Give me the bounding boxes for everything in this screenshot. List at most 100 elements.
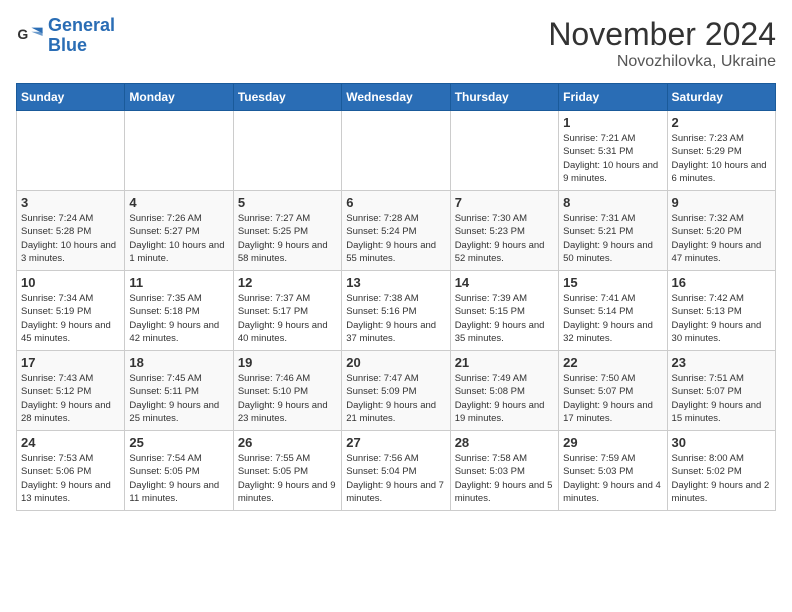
- day-info: Sunrise: 7:23 AM Sunset: 5:29 PM Dayligh…: [672, 132, 771, 185]
- day-info: Sunrise: 7:26 AM Sunset: 5:27 PM Dayligh…: [129, 212, 228, 265]
- calendar-cell: 15Sunrise: 7:41 AM Sunset: 5:14 PM Dayli…: [559, 271, 667, 351]
- calendar-cell: [17, 111, 125, 191]
- day-info: Sunrise: 7:35 AM Sunset: 5:18 PM Dayligh…: [129, 292, 228, 345]
- day-number: 20: [346, 355, 445, 370]
- day-info: Sunrise: 7:56 AM Sunset: 5:04 PM Dayligh…: [346, 452, 445, 505]
- day-number: 14: [455, 275, 554, 290]
- day-number: 23: [672, 355, 771, 370]
- logo-text: General Blue: [48, 16, 115, 56]
- day-number: 6: [346, 195, 445, 210]
- weekday-header-friday: Friday: [559, 84, 667, 111]
- calendar-cell: 12Sunrise: 7:37 AM Sunset: 5:17 PM Dayli…: [233, 271, 341, 351]
- day-info: Sunrise: 7:41 AM Sunset: 5:14 PM Dayligh…: [563, 292, 662, 345]
- weekday-header-monday: Monday: [125, 84, 233, 111]
- day-number: 22: [563, 355, 662, 370]
- calendar-week-row: 24Sunrise: 7:53 AM Sunset: 5:06 PM Dayli…: [17, 431, 776, 511]
- day-number: 1: [563, 115, 662, 130]
- page-header: G General Blue November 2024 Novozhilovk…: [16, 16, 776, 71]
- day-info: Sunrise: 7:34 AM Sunset: 5:19 PM Dayligh…: [21, 292, 120, 345]
- calendar-week-row: 17 Sunrise: 7:43 AM Sunset: 5:12 PM Dayli…: [17, 351, 776, 431]
- calendar-table: SundayMondayTuesdayWednesdayThursdayFrid…: [16, 83, 776, 511]
- calendar-cell: 2 Sunrise: 7:23 AM Sunset: 5:29 PM Daylig…: [667, 111, 775, 191]
- day-number: 27: [346, 435, 445, 450]
- day-number: 8: [563, 195, 662, 210]
- day-info: Sunrise: 7:37 AM Sunset: 5:17 PM Dayligh…: [238, 292, 337, 345]
- day-number: 24: [21, 435, 120, 450]
- calendar-cell: 24Sunrise: 7:53 AM Sunset: 5:06 PM Dayli…: [17, 431, 125, 511]
- day-info: Sunrise: 7:30 AM Sunset: 5:23 PM Dayligh…: [455, 212, 554, 265]
- calendar-cell: 9 Sunrise: 7:32 AM Sunset: 5:20 PM Daylig…: [667, 191, 775, 271]
- day-info: Sunrise: 7:21 AM Sunset: 5:31 PM Dayligh…: [563, 132, 662, 185]
- day-number: 13: [346, 275, 445, 290]
- weekday-header-saturday: Saturday: [667, 84, 775, 111]
- day-info: Sunrise: 7:46 AM Sunset: 5:10 PM Dayligh…: [238, 372, 337, 425]
- day-number: 16: [672, 275, 771, 290]
- logo-icon: G: [16, 22, 44, 50]
- day-info: Sunrise: 7:32 AM Sunset: 5:20 PM Dayligh…: [672, 212, 771, 265]
- day-number: 18: [129, 355, 228, 370]
- calendar-cell: 21 Sunrise: 7:49 AM Sunset: 5:08 PM Dayli…: [450, 351, 558, 431]
- calendar-cell: [125, 111, 233, 191]
- calendar-cell: 3Sunrise: 7:24 AM Sunset: 5:28 PM Daylig…: [17, 191, 125, 271]
- calendar-cell: 4Sunrise: 7:26 AM Sunset: 5:27 PM Daylig…: [125, 191, 233, 271]
- calendar-cell: [450, 111, 558, 191]
- day-number: 5: [238, 195, 337, 210]
- day-info: Sunrise: 7:43 AM Sunset: 5:12 PM Dayligh…: [21, 372, 120, 425]
- weekday-header-tuesday: Tuesday: [233, 84, 341, 111]
- day-info: Sunrise: 7:31 AM Sunset: 5:21 PM Dayligh…: [563, 212, 662, 265]
- day-number: 21: [455, 355, 554, 370]
- logo: G General Blue: [16, 16, 115, 56]
- day-number: 29: [563, 435, 662, 450]
- day-number: 7: [455, 195, 554, 210]
- calendar-week-row: 10 Sunrise: 7:34 AM Sunset: 5:19 PM Dayli…: [17, 271, 776, 351]
- day-number: 10: [21, 275, 120, 290]
- calendar-cell: 14 Sunrise: 7:39 AM Sunset: 5:15 PM Dayli…: [450, 271, 558, 351]
- day-number: 19: [238, 355, 337, 370]
- day-number: 17: [21, 355, 120, 370]
- calendar-cell: 29Sunrise: 7:59 AM Sunset: 5:03 PM Dayli…: [559, 431, 667, 511]
- day-number: 2: [672, 115, 771, 130]
- calendar-cell: 25 Sunrise: 7:54 AM Sunset: 5:05 PM Dayli…: [125, 431, 233, 511]
- day-info: Sunrise: 7:51 AM Sunset: 5:07 PM Dayligh…: [672, 372, 771, 425]
- calendar-cell: 23 Sunrise: 7:51 AM Sunset: 5:07 PM Dayli…: [667, 351, 775, 431]
- location-subtitle: Novozhilovka, Ukraine: [548, 53, 776, 71]
- weekday-header-wednesday: Wednesday: [342, 84, 450, 111]
- calendar-cell: 28 Sunrise: 7:58 AM Sunset: 5:03 PM Dayli…: [450, 431, 558, 511]
- calendar-cell: 13 Sunrise: 7:38 AM Sunset: 5:16 PM Dayli…: [342, 271, 450, 351]
- calendar-cell: 26 Sunrise: 7:55 AM Sunset: 5:05 PM Dayli…: [233, 431, 341, 511]
- day-info: Sunrise: 7:49 AM Sunset: 5:08 PM Dayligh…: [455, 372, 554, 425]
- weekday-header-thursday: Thursday: [450, 84, 558, 111]
- title-block: November 2024 Novozhilovka, Ukraine: [548, 16, 776, 71]
- calendar-cell: 20 Sunrise: 7:47 AM Sunset: 5:09 PM Dayli…: [342, 351, 450, 431]
- month-title: November 2024: [548, 16, 776, 53]
- calendar-cell: 19 Sunrise: 7:46 AM Sunset: 5:10 PM Dayli…: [233, 351, 341, 431]
- day-info: Sunrise: 7:47 AM Sunset: 5:09 PM Dayligh…: [346, 372, 445, 425]
- day-number: 9: [672, 195, 771, 210]
- calendar-cell: 16 Sunrise: 7:42 AM Sunset: 5:13 PM Dayli…: [667, 271, 775, 351]
- day-info: Sunrise: 7:39 AM Sunset: 5:15 PM Dayligh…: [455, 292, 554, 345]
- svg-text:G: G: [17, 26, 28, 42]
- day-info: Sunrise: 7:54 AM Sunset: 5:05 PM Dayligh…: [129, 452, 228, 505]
- day-number: 25: [129, 435, 228, 450]
- calendar-cell: 7 Sunrise: 7:30 AM Sunset: 5:23 PM Daylig…: [450, 191, 558, 271]
- day-number: 28: [455, 435, 554, 450]
- day-info: Sunrise: 7:55 AM Sunset: 5:05 PM Dayligh…: [238, 452, 337, 505]
- day-number: 26: [238, 435, 337, 450]
- day-info: Sunrise: 7:50 AM Sunset: 5:07 PM Dayligh…: [563, 372, 662, 425]
- day-info: Sunrise: 7:58 AM Sunset: 5:03 PM Dayligh…: [455, 452, 554, 505]
- calendar-header-row: SundayMondayTuesdayWednesdayThursdayFrid…: [17, 84, 776, 111]
- day-number: 3: [21, 195, 120, 210]
- day-info: Sunrise: 7:45 AM Sunset: 5:11 PM Dayligh…: [129, 372, 228, 425]
- day-number: 30: [672, 435, 771, 450]
- calendar-cell: 27 Sunrise: 7:56 AM Sunset: 5:04 PM Dayli…: [342, 431, 450, 511]
- day-info: Sunrise: 7:42 AM Sunset: 5:13 PM Dayligh…: [672, 292, 771, 345]
- calendar-cell: 8 Sunrise: 7:31 AM Sunset: 5:21 PM Daylig…: [559, 191, 667, 271]
- calendar-cell: 1 Sunrise: 7:21 AM Sunset: 5:31 PM Daylig…: [559, 111, 667, 191]
- calendar-cell: 22 Sunrise: 7:50 AM Sunset: 5:07 PM Dayli…: [559, 351, 667, 431]
- calendar-cell: 18 Sunrise: 7:45 AM Sunset: 5:11 PM Dayli…: [125, 351, 233, 431]
- calendar-cell: [233, 111, 341, 191]
- day-info: Sunrise: 7:27 AM Sunset: 5:25 PM Dayligh…: [238, 212, 337, 265]
- day-info: Sunrise: 7:38 AM Sunset: 5:16 PM Dayligh…: [346, 292, 445, 345]
- day-number: 11: [129, 275, 228, 290]
- calendar-cell: 17 Sunrise: 7:43 AM Sunset: 5:12 PM Dayli…: [17, 351, 125, 431]
